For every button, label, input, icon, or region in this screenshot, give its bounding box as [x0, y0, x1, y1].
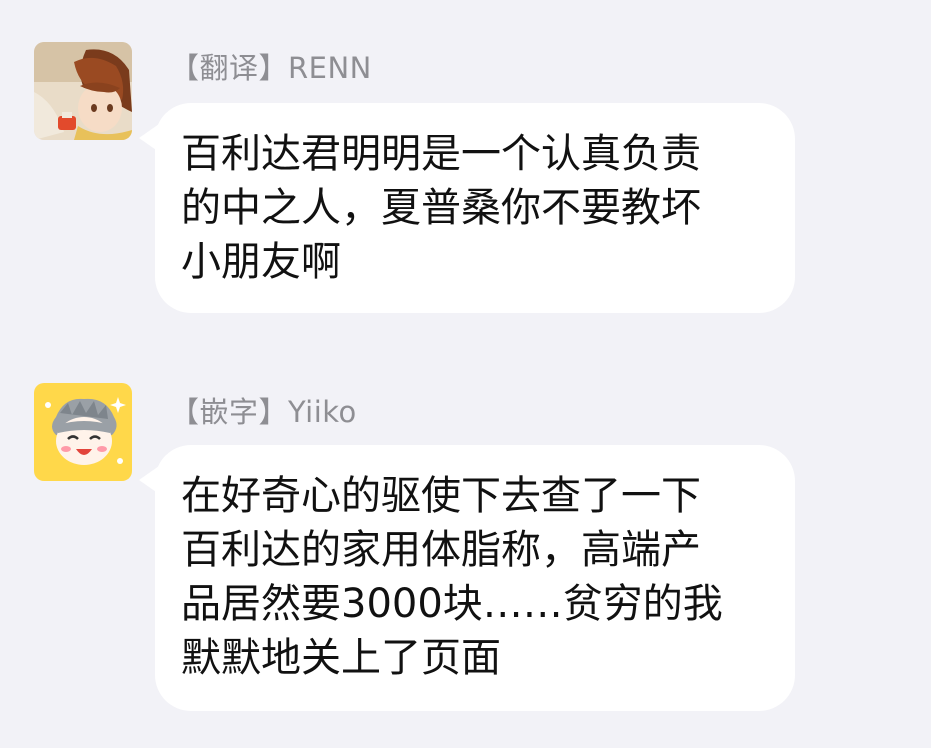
message-bubble[interactable]: 在好奇心的驱使下去查了一下 百利达的家用体脂称，高端产 品居然要3000块……贫…	[155, 445, 795, 711]
message-line: 在好奇心的驱使下去查了一下	[181, 473, 701, 519]
sender-name: 【嵌字】Yiiko	[170, 395, 357, 429]
message-bubble[interactable]: 百利达君明明是一个认真负责 的中之人，夏普桑你不要教坏 小朋友啊	[155, 103, 795, 313]
message-line: 百利达君明明是一个认真负责	[181, 131, 701, 177]
message-line: 默默地关上了页面	[181, 635, 501, 681]
message-line: 小朋友啊	[181, 239, 341, 285]
message-line: 的中之人，夏普桑你不要教坏	[181, 185, 701, 231]
chibi-avatar-icon	[34, 383, 132, 481]
anime-boy-avatar-icon	[34, 42, 132, 140]
sender-name: 【翻译】RENN	[170, 51, 372, 85]
user-avatar[interactable]	[34, 42, 132, 140]
user-avatar[interactable]	[34, 383, 132, 481]
message-line: 品居然要3000块……贫穷的我	[181, 581, 723, 627]
message-line: 百利达的家用体脂称，高端产	[181, 527, 701, 573]
